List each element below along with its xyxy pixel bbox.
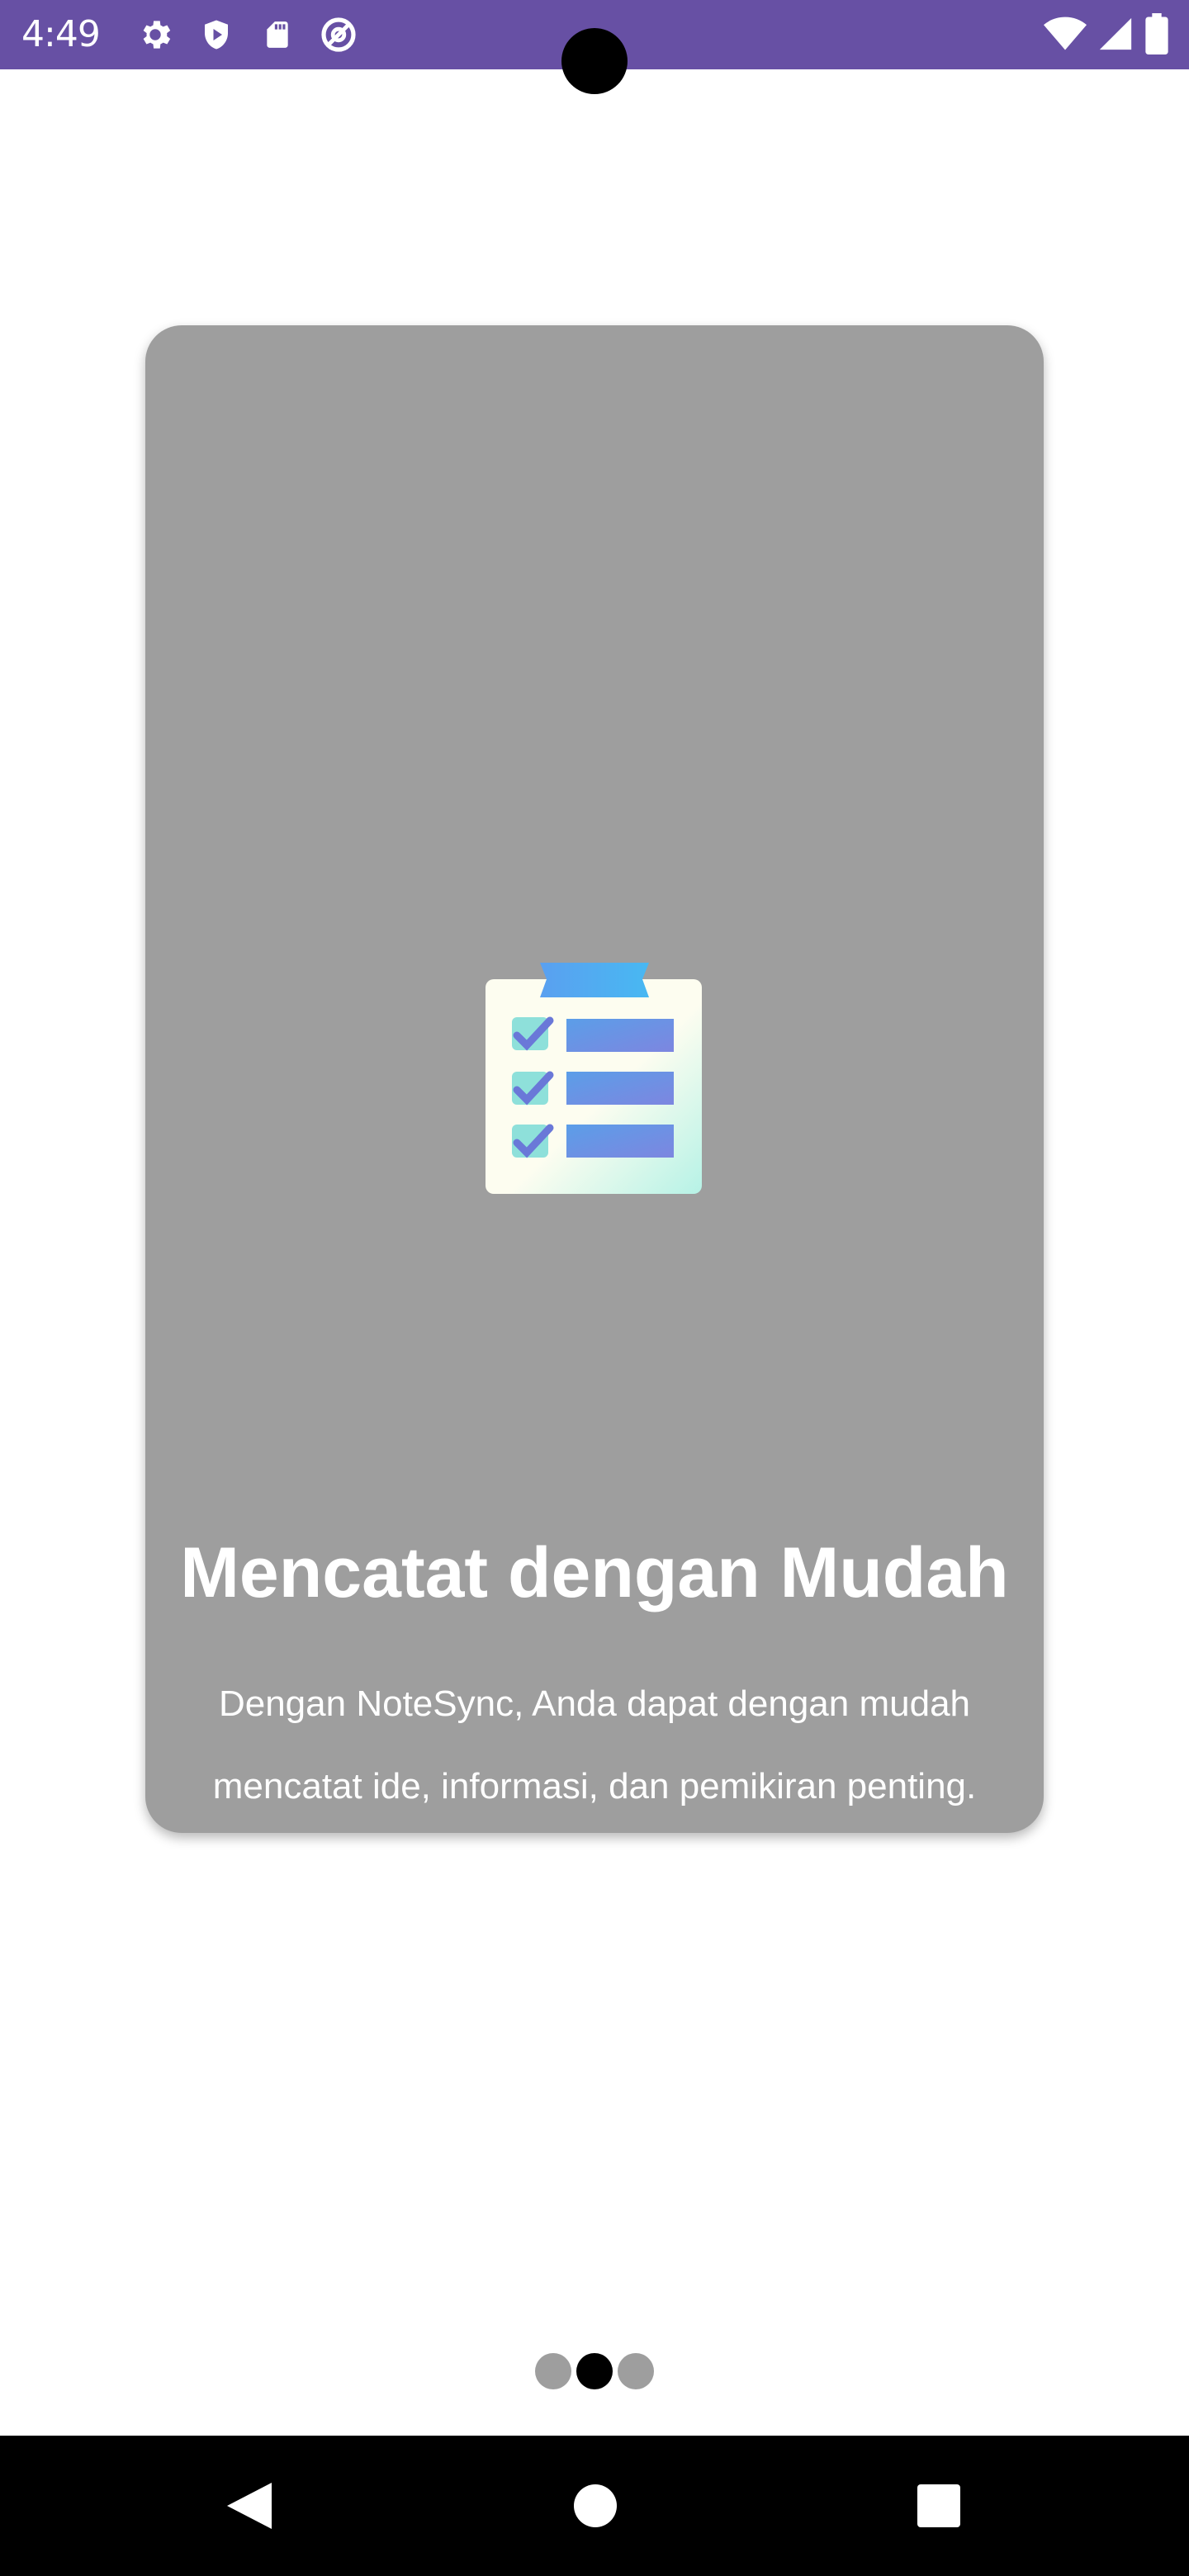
onboarding-description: Dengan NoteSync, Anda dapat dengan mudah…	[145, 1663, 1044, 1828]
camera-cutout	[561, 28, 628, 94]
page-dot-2-active[interactable]	[576, 2353, 613, 2389]
status-icons-right	[1044, 13, 1169, 58]
battery-icon	[1144, 13, 1169, 58]
page-dot-1[interactable]	[535, 2353, 571, 2389]
shield-icon	[193, 15, 239, 54]
signal-icon	[1097, 15, 1135, 56]
status-icons-left	[132, 15, 362, 54]
sd-card-icon	[254, 15, 301, 54]
navigation-bar	[0, 2436, 1189, 2576]
page-dot-3[interactable]	[618, 2353, 654, 2389]
onboarding-card: Mencatat dengan Mudah Dengan NoteSync, A…	[145, 325, 1044, 1833]
description-line-2: mencatat ide, informasi, dan pemikiran p…	[212, 1766, 977, 1807]
page-indicator	[535, 2353, 654, 2389]
settings-icon	[132, 15, 178, 54]
description-line-1: Dengan NoteSync, Anda dapat dengan mudah	[218, 1683, 971, 1724]
onboarding-title: Mencatat dengan Mudah	[180, 1533, 1009, 1612]
recents-icon[interactable]	[902, 2469, 976, 2543]
wifi-icon	[1044, 15, 1087, 56]
clipboard-checklist-icon	[486, 961, 703, 1194]
back-icon[interactable]	[211, 2469, 286, 2543]
home-icon[interactable]	[558, 2469, 632, 2543]
at-sign-icon	[315, 15, 362, 54]
status-time: 4:49	[21, 13, 101, 55]
